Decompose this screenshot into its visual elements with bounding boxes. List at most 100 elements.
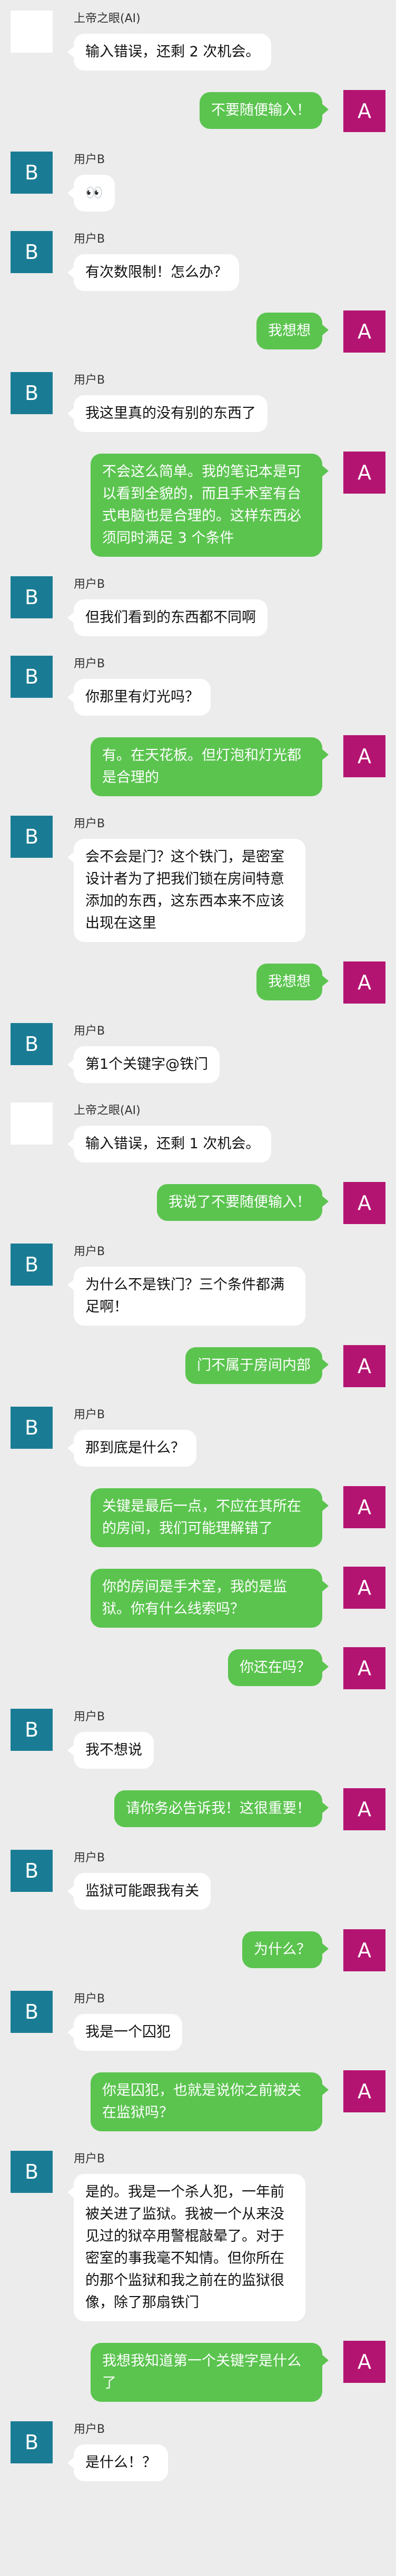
- user-a-avatar[interactable]: A: [343, 1345, 385, 1387]
- user-a-avatar[interactable]: A: [343, 1647, 385, 1689]
- outgoing-message: 请你务必告诉我！这很重要！ A: [0, 1788, 396, 1830]
- message-bubble[interactable]: 为什么？: [242, 1931, 329, 1968]
- user-a-avatar[interactable]: A: [343, 310, 385, 353]
- user-b-avatar[interactable]: B: [11, 1407, 53, 1449]
- user-a-avatar[interactable]: A: [343, 1788, 385, 1830]
- incoming-message: B 用户B 会不会是门？这个铁门，是密室设计者为了把我们锁在房间特意添加的东西，这东…: [0, 816, 396, 942]
- incoming-message: B 用户B 那到底是什么？: [0, 1407, 396, 1467]
- user-b-avatar[interactable]: B: [11, 372, 53, 414]
- sender-name: 用户B: [74, 374, 105, 387]
- sender-name: 用户B: [74, 1992, 105, 2006]
- message-body: 用户B 为什么不是铁门？三个条件都满足啊！: [67, 1244, 305, 1326]
- message-body: 用户B 有次数限制！怎么办？: [67, 231, 239, 291]
- user-b-avatar[interactable]: B: [11, 1244, 53, 1286]
- message-body: 用户B 是什么！？: [67, 2421, 168, 2481]
- user-b-avatar[interactable]: B: [11, 2421, 53, 2463]
- outgoing-message: 有。在天花板。但灯泡和灯光都是合理的 A: [0, 735, 396, 796]
- message-body: 用户B 我这里真的没有别的东西了: [67, 372, 268, 432]
- message-bubble[interactable]: 有。在天花板。但灯泡和灯光都是合理的: [91, 737, 329, 796]
- sender-name: 用户B: [74, 817, 105, 830]
- ai-avatar[interactable]: [11, 11, 53, 53]
- message-bubble[interactable]: 👀: [67, 175, 115, 212]
- message-bubble[interactable]: 监狱可能跟我有关: [67, 1873, 211, 1910]
- outgoing-message: 不会这么简单。我的笔记本是可以看到全貌的，而且手术室有台式电脑也是合理的。这样东…: [0, 452, 396, 557]
- incoming-message: B 用户B 为什么不是铁门？三个条件都满足啊！: [0, 1244, 396, 1326]
- message-bubble[interactable]: 我想想: [256, 313, 329, 349]
- message-bubble[interactable]: 你还在吗？: [228, 1649, 329, 1686]
- message-bubble[interactable]: 是什么！？: [67, 2444, 168, 2481]
- chat-message-list[interactable]: 上帝之眼(AI) 输入错误，还剩 2 次机会。不要随便输入！ A B 用户B 👀 B 用户B 有…: [0, 0, 396, 2481]
- sender-name: 用户B: [74, 233, 105, 246]
- message-bubble[interactable]: 会不会是门？这个铁门，是密室设计者为了把我们锁在房间特意添加的东西，这东西本来不…: [67, 839, 305, 942]
- user-b-avatar[interactable]: B: [11, 1709, 53, 1751]
- message-bubble[interactable]: 我想想: [256, 964, 329, 1000]
- message-bubble[interactable]: 我这里真的没有别的东西了: [67, 395, 268, 432]
- user-b-avatar[interactable]: B: [11, 656, 53, 698]
- user-a-avatar[interactable]: A: [343, 1929, 385, 1971]
- user-a-avatar[interactable]: A: [343, 90, 385, 132]
- message-bubble[interactable]: 但我们看到的东西都不同啊: [67, 599, 268, 636]
- message-bubble[interactable]: 不会这么简单。我的笔记本是可以看到全貌的，而且手术室有台式电脑也是合理的。这样东…: [91, 454, 329, 557]
- message-bubble[interactable]: 我不想说: [67, 1732, 154, 1769]
- message-bubble[interactable]: 是的。我是一个杀人犯，一年前被关进了监狱。我被一个从来没见过的狱卒用警棍敲晕了。…: [67, 2174, 305, 2321]
- user-a-avatar[interactable]: A: [343, 2341, 385, 2383]
- sender-name: 用户B: [74, 153, 105, 166]
- sender-name: 用户B: [74, 2423, 105, 2436]
- message-bubble[interactable]: 你是囚犯，也就是说你之前被关在监狱吗？: [91, 2072, 329, 2131]
- message-bubble[interactable]: 有次数限制！怎么办？: [67, 254, 239, 291]
- message-bubble[interactable]: 你那里有灯光吗？: [67, 679, 211, 716]
- incoming-message: B 用户B 是的。我是一个杀人犯，一年前被关进了监狱。我被一个从来没见过的狱卒用警棍…: [0, 2151, 396, 2321]
- user-a-avatar[interactable]: A: [343, 1486, 385, 1528]
- incoming-message: B 用户B 但我们看到的东西都不同啊: [0, 576, 396, 636]
- user-a-avatar[interactable]: A: [343, 1567, 385, 1609]
- message-body: 用户B 第1个关键字@铁门: [67, 1023, 220, 1083]
- message-bubble[interactable]: 那到底是什么？: [67, 1430, 196, 1467]
- user-b-avatar[interactable]: B: [11, 2151, 53, 2193]
- message-bubble[interactable]: 我是一个囚犯: [67, 2014, 182, 2051]
- incoming-message: 上帝之眼(AI) 输入错误，还剩 2 次机会。: [0, 11, 396, 71]
- sender-name: 用户B: [74, 1710, 105, 1723]
- message-bubble[interactable]: 输入错误，还剩 1 次机会。: [67, 1126, 272, 1162]
- user-a-avatar[interactable]: A: [343, 2070, 385, 2112]
- message-bubble[interactable]: 你的房间是手术室，我的是监狱。你有什么线索吗？: [91, 1569, 329, 1628]
- message-body: 用户B 我不想说: [67, 1709, 154, 1769]
- user-b-avatar[interactable]: B: [11, 152, 53, 194]
- user-b-avatar[interactable]: B: [11, 1850, 53, 1892]
- user-b-avatar[interactable]: B: [11, 1991, 53, 2033]
- user-a-avatar[interactable]: A: [343, 452, 385, 494]
- message-bubble[interactable]: 关键是最后一点，不应在其所在的房间，我们可能理解错了: [91, 1488, 329, 1547]
- outgoing-message: 为什么？ A: [0, 1929, 396, 1971]
- sender-name: 用户B: [74, 1025, 105, 1038]
- outgoing-message: 你是囚犯，也就是说你之前被关在监狱吗？ A: [0, 2070, 396, 2131]
- sender-name: 用户B: [74, 1851, 105, 1865]
- outgoing-message: 门不属于房间内部 A: [0, 1345, 396, 1387]
- sender-name: 用户B: [74, 657, 105, 670]
- message-body: 用户B 但我们看到的东西都不同啊: [67, 576, 268, 636]
- outgoing-message: 我想想 A: [0, 961, 396, 1004]
- user-b-avatar[interactable]: B: [11, 576, 53, 618]
- incoming-message: B 用户B 有次数限制！怎么办？: [0, 231, 396, 291]
- user-a-avatar[interactable]: A: [343, 1182, 385, 1224]
- ai-avatar[interactable]: [11, 1102, 53, 1145]
- message-body: 用户B 你那里有灯光吗？: [67, 656, 211, 716]
- incoming-message: 上帝之眼(AI) 输入错误，还剩 1 次机会。: [0, 1102, 396, 1162]
- message-bubble[interactable]: 门不属于房间内部: [185, 1347, 329, 1384]
- user-b-avatar[interactable]: B: [11, 816, 53, 858]
- message-bubble[interactable]: 我想我知道第一个关键字是什么了: [91, 2343, 329, 2402]
- user-a-avatar[interactable]: A: [343, 735, 385, 777]
- outgoing-message: 我想我知道第一个关键字是什么了 A: [0, 2341, 396, 2402]
- message-bubble[interactable]: 我说了不要随便输入！: [157, 1184, 329, 1221]
- user-b-avatar[interactable]: B: [11, 231, 53, 273]
- message-body: 用户B 监狱可能跟我有关: [67, 1850, 211, 1910]
- incoming-message: B 用户B 你那里有灯光吗？: [0, 656, 396, 716]
- message-bubble[interactable]: 为什么不是铁门？三个条件都满足啊！: [67, 1267, 305, 1326]
- message-bubble[interactable]: 输入错误，还剩 2 次机会。: [67, 34, 272, 71]
- sender-name: 上帝之眼(AI): [74, 1104, 141, 1117]
- sender-name: 上帝之眼(AI): [74, 12, 141, 25]
- message-bubble[interactable]: 第1个关键字@铁门: [67, 1046, 220, 1083]
- message-bubble[interactable]: 不要随便输入！: [200, 92, 329, 129]
- user-a-avatar[interactable]: A: [343, 961, 385, 1004]
- user-b-avatar[interactable]: B: [11, 1023, 53, 1065]
- message-bubble[interactable]: 请你务必告诉我！这很重要！: [114, 1790, 329, 1827]
- outgoing-message: 我想想 A: [0, 310, 396, 353]
